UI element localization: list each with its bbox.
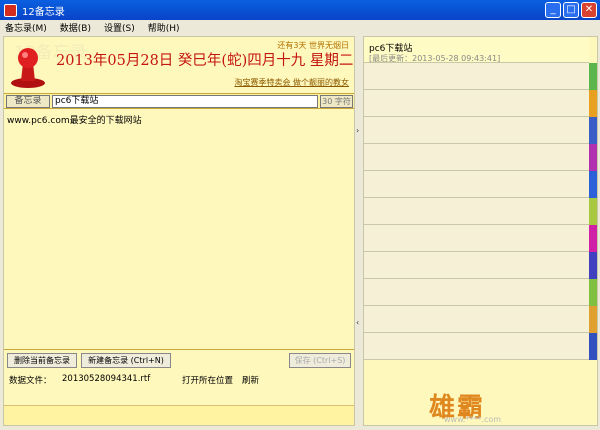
ad-link[interactable]: 淘宝赛季特卖会 做个靓丽的教女 <box>234 77 349 88</box>
empty-list-slot[interactable] <box>364 171 591 198</box>
color-tab[interactable] <box>589 198 597 225</box>
color-tab[interactable] <box>589 225 597 252</box>
save-button[interactable]: 保存 (Ctrl+S) <box>289 353 351 368</box>
empty-list-slot[interactable] <box>364 90 591 117</box>
menu-bar: 备忘录(M) 数据(B) 设置(S) 帮助(H) <box>0 20 600 34</box>
color-tab[interactable] <box>589 63 597 90</box>
color-tab[interactable] <box>589 333 597 360</box>
maximize-button[interactable]: □ <box>563 2 579 18</box>
open-location-link[interactable]: 打开所在位置 <box>182 374 233 386</box>
color-tab[interactable] <box>589 252 597 279</box>
list-item[interactable]: pc6下载站 [最后更新：2013-05-28 09:43:41] <box>364 37 591 63</box>
color-tab[interactable] <box>589 117 597 144</box>
color-tab[interactable] <box>589 144 597 171</box>
close-button[interactable]: ✕ <box>581 2 597 18</box>
chevron-left-icon[interactable]: ‹ <box>356 318 359 327</box>
color-tab[interactable] <box>589 90 597 117</box>
refresh-link[interactable]: 刷新 <box>242 374 259 386</box>
empty-list-slot[interactable] <box>364 198 591 225</box>
new-memo-button[interactable]: 新建备忘录 (Ctrl+N) <box>81 353 171 368</box>
editor-pane: 12备忘录 2013年05月28日 癸巳年(蛇)四月十九 星期二 还有3天 世界… <box>3 36 355 426</box>
chevron-right-icon[interactable]: › <box>356 126 359 135</box>
memo-content[interactable]: www.pc6.com最安全的下载网站 <box>5 111 351 349</box>
minimize-button[interactable]: _ <box>545 2 561 18</box>
delete-button[interactable]: 删除当前备忘录 <box>7 353 77 368</box>
title-row: 备忘录 pc6下载站 30 字符 <box>4 93 354 109</box>
data-file-label: 数据文件： <box>9 376 52 386</box>
splitter[interactable]: › ‹ <box>355 36 363 426</box>
empty-list-slot[interactable] <box>364 333 591 360</box>
status-bar: 数据文件： 20130528094341.rtf 打开所在位置 刷新 <box>4 369 354 395</box>
empty-list-slot[interactable] <box>364 252 591 279</box>
empty-list-slot[interactable] <box>364 279 591 306</box>
window-title: 12备忘录 <box>22 6 65 18</box>
data-file-name: 20130528094341.rtf <box>62 374 151 384</box>
app-icon <box>4 3 17 17</box>
empty-list-slot[interactable] <box>364 306 591 333</box>
category-selector[interactable]: 备忘录 <box>6 95 50 108</box>
event-countdown: 还有3天 世界无烟日 <box>277 41 349 50</box>
empty-list-slot[interactable] <box>364 63 591 90</box>
date-display: 2013年05月28日 癸巳年(蛇)四月十九 星期二 <box>56 53 354 69</box>
char-count: 30 字符 <box>320 95 353 108</box>
empty-list-slot[interactable] <box>364 117 591 144</box>
menu-data[interactable]: 数据(B) <box>60 21 91 34</box>
bottom-strip <box>4 405 354 425</box>
button-row: 删除当前备忘录 新建备忘录 (Ctrl+N) 保存 (Ctrl+S) <box>4 349 354 369</box>
color-tab[interactable] <box>589 171 597 198</box>
menu-settings[interactable]: 设置(S) <box>104 21 135 34</box>
title-bar: 12备忘录 _ □ ✕ <box>0 0 600 20</box>
title-input[interactable]: pc6下载站 <box>52 95 318 108</box>
empty-list-slot[interactable] <box>364 144 591 171</box>
date-header: 12备忘录 2013年05月28日 癸巳年(蛇)四月十九 星期二 还有3天 世界… <box>4 37 354 93</box>
memo-list-pane: pc6下载站 [最后更新：2013-05-28 09:43:41] 雄霸 www… <box>363 36 598 426</box>
color-tab[interactable] <box>589 306 597 333</box>
color-tab[interactable] <box>589 37 597 63</box>
empty-list-slot[interactable] <box>364 225 591 252</box>
site-logo-url: www.****.com <box>444 415 502 424</box>
menu-memo[interactable]: 备忘录(M) <box>5 21 47 34</box>
pushpin-icon <box>11 48 45 88</box>
color-tab[interactable] <box>589 279 597 306</box>
menu-help[interactable]: 帮助(H) <box>148 21 180 34</box>
